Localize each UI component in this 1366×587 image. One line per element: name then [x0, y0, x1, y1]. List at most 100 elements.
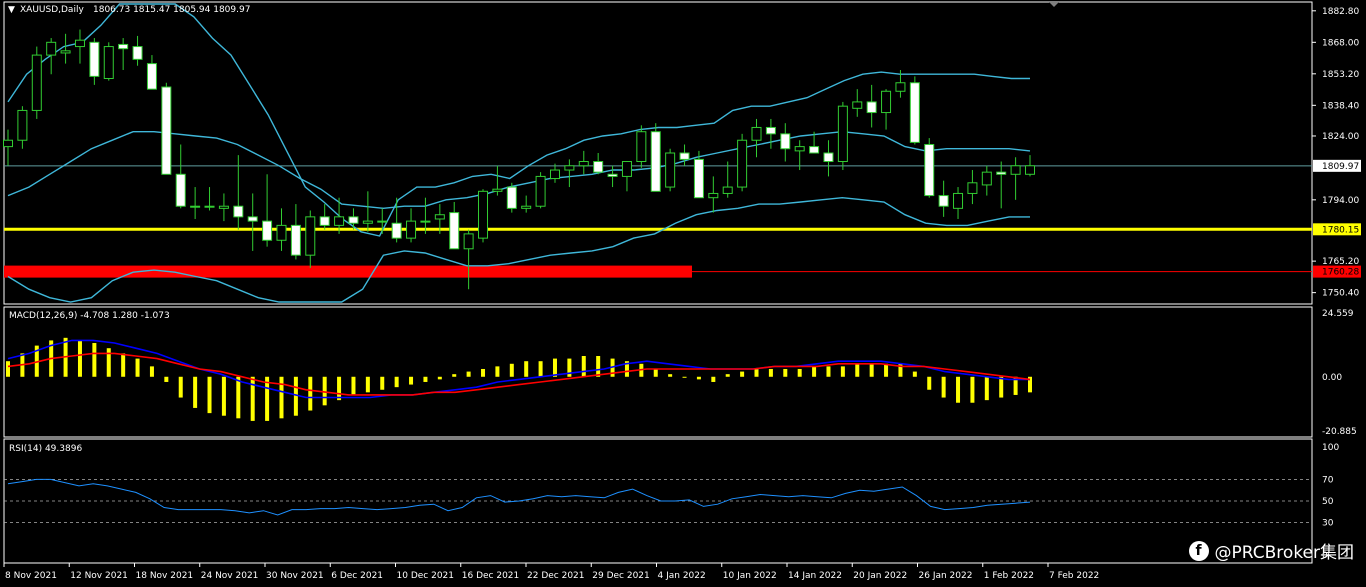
candle-body	[204, 205, 215, 208]
current-price-label: 1809.97	[1322, 162, 1359, 172]
candle-body	[103, 46, 114, 80]
macd-histogram-bar	[927, 376, 932, 390]
macd-histogram-bar	[106, 348, 111, 377]
date-tick-label: 16 Dec 2021	[462, 571, 520, 581]
candle-body	[895, 82, 906, 92]
candle-body	[650, 131, 661, 192]
macd-histogram-bar	[581, 355, 586, 377]
candle-body	[463, 233, 474, 250]
date-tick-label: 20 Jan 2022	[853, 571, 907, 581]
candle[interactable]	[161, 82, 172, 175]
candle-body	[478, 190, 489, 239]
chart-menu-icon[interactable]: ▼	[8, 5, 15, 15]
macd-histogram-bar	[797, 368, 802, 377]
candle[interactable]	[31, 46, 42, 119]
candle[interactable]	[506, 182, 517, 213]
macd-histogram-bar	[768, 368, 773, 377]
candle-body	[909, 82, 920, 143]
macd-histogram-bar	[783, 368, 788, 377]
candle[interactable]	[837, 101, 848, 171]
candle[interactable]	[478, 189, 489, 243]
candle-body	[996, 171, 1007, 175]
candle[interactable]	[650, 123, 661, 192]
candle-body	[146, 63, 157, 90]
candle-body	[132, 46, 143, 60]
macd-histogram-bar	[193, 376, 198, 408]
macd-histogram-bar	[869, 363, 874, 377]
date-tick-label: 6 Dec 2021	[331, 571, 383, 581]
candle-body	[593, 161, 604, 173]
macd-histogram-bar	[250, 376, 255, 421]
candle-body	[74, 39, 85, 48]
macd-histogram-bar	[409, 376, 414, 385]
macd-histogram-bar	[912, 371, 917, 377]
candle-body	[881, 90, 892, 114]
candle[interactable]	[737, 133, 748, 192]
date-tick-label: 29 Dec 2021	[592, 571, 650, 581]
candle[interactable]	[535, 172, 546, 209]
support-price-label: 1780.15	[1322, 225, 1359, 235]
macd-histogram-bar	[941, 376, 946, 398]
candle-body	[420, 220, 431, 223]
candle-body	[377, 220, 388, 223]
macd-histogram-bar	[178, 376, 183, 398]
macd-histogram-bar	[999, 376, 1004, 398]
price-tick-label: 1868.00	[1322, 38, 1359, 48]
candle[interactable]	[909, 76, 920, 145]
support-zone	[4, 265, 692, 278]
date-tick-label: 8 Nov 2021	[5, 571, 57, 581]
macd-histogram-bar	[236, 376, 241, 419]
macd-histogram-bar	[279, 376, 284, 419]
date-tick-label: 12 Nov 2021	[70, 571, 128, 581]
price-tick-label: 1794.00	[1322, 196, 1359, 206]
macd-tick-label: 0.00	[1322, 373, 1342, 383]
date-tick-label: 14 Jan 2022	[788, 571, 842, 581]
macd-histogram-bar	[77, 340, 82, 377]
zone-price-label: 1760.28	[1322, 268, 1359, 278]
trading-chart[interactable]: 1882.80 1868.00 1853.20 1838.40 1824.00 1794.…	[0, 0, 1366, 587]
candle-body	[348, 216, 359, 224]
candle[interactable]	[103, 42, 114, 81]
candle-body	[809, 146, 820, 154]
macd-histogram-bar	[452, 374, 457, 377]
macd-histogram-bar	[812, 366, 817, 377]
macd-histogram-bar	[6, 361, 10, 377]
macd-histogram-bar	[308, 376, 313, 411]
candle-body	[319, 216, 330, 226]
macd-histogram-bar	[970, 376, 975, 403]
candle-body	[665, 152, 676, 188]
candle-body	[780, 133, 791, 150]
macd-histogram-bar	[524, 361, 529, 377]
candle[interactable]	[665, 148, 676, 192]
candle-body	[621, 161, 632, 177]
candle[interactable]	[636, 125, 647, 168]
candle-body	[636, 131, 647, 163]
macd-histogram-bar	[984, 376, 989, 401]
macd-histogram-bar	[826, 366, 831, 377]
candle-body	[823, 152, 834, 163]
candle-body	[391, 222, 402, 239]
date-tick-label: 24 Nov 2021	[201, 571, 259, 581]
candle-body	[290, 224, 301, 256]
macd-histogram-bar	[394, 376, 399, 388]
candle-body	[708, 192, 719, 199]
candle-body	[722, 186, 733, 194]
candle-body	[751, 126, 762, 141]
candle-body	[953, 192, 964, 209]
candle-body	[89, 41, 100, 77]
candle-body	[406, 220, 417, 239]
price-tick-label: 1824.00	[1322, 132, 1359, 142]
price-tick-label: 1882.80	[1322, 7, 1359, 17]
candle-body	[866, 101, 877, 114]
macd-histogram-bar	[207, 376, 212, 414]
candle-body	[737, 139, 748, 188]
candle-body	[276, 224, 287, 241]
macd-histogram-bar	[653, 368, 658, 377]
watermark-text: @PRCBroker集团	[1214, 543, 1354, 563]
price-tick-label: 1838.40	[1322, 101, 1359, 111]
ohlc-label: 1806.73 1815.47 1805.94 1809.97	[93, 5, 250, 15]
date-tick-label: 7 Feb 2022	[1049, 571, 1099, 581]
candle[interactable]	[924, 138, 935, 198]
macd-histogram-bar	[696, 376, 701, 380]
candle-body	[837, 105, 848, 163]
